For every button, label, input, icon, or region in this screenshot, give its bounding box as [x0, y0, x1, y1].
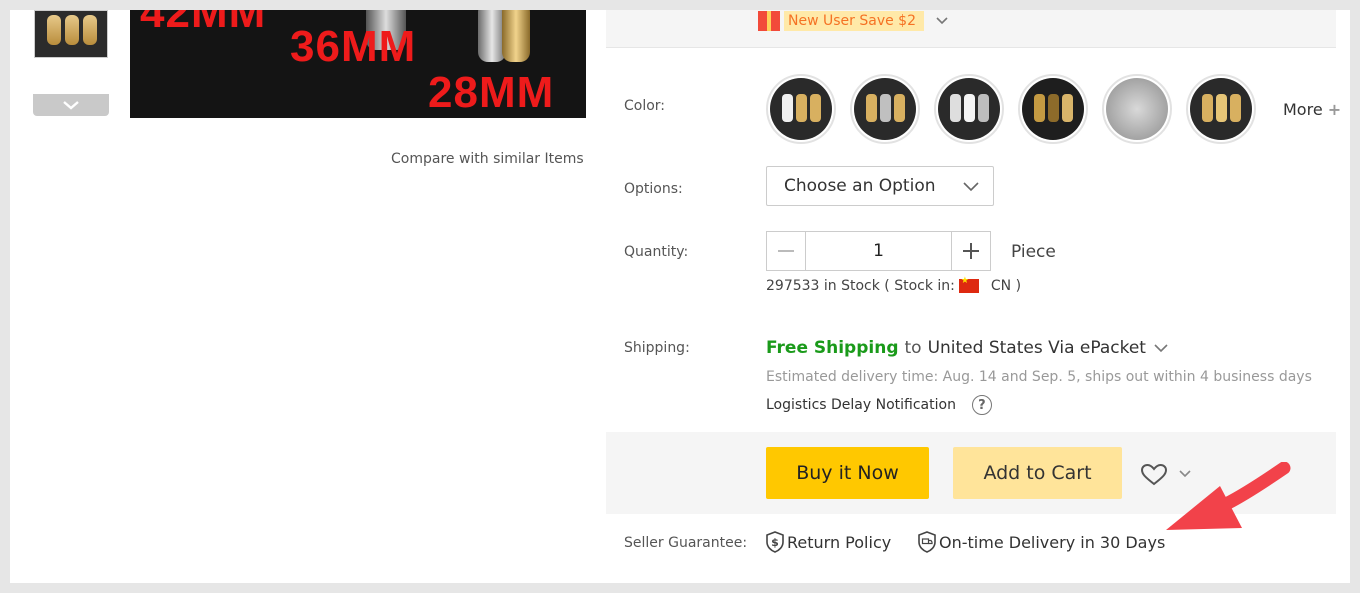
buy-now-button[interactable]: Buy it Now	[766, 447, 929, 499]
quantity-input[interactable]: 1	[805, 232, 952, 270]
annotation-arrow-icon	[1166, 462, 1291, 530]
gallery-scroll-down-button[interactable]	[33, 94, 109, 116]
compare-similar-link[interactable]: Compare with similar Items	[391, 151, 584, 167]
quantity-stepper: 1	[766, 231, 991, 271]
image-label-36mm: 36MM	[290, 22, 417, 71]
options-selected-value: Choose an Option	[784, 176, 936, 196]
logistics-delay-notice: Logistics Delay Notification ?	[766, 395, 992, 415]
chevron-down-icon	[963, 182, 979, 192]
on-time-delivery-label: On-time Delivery in 30 Days	[939, 532, 1166, 552]
svg-text:$: $	[771, 536, 779, 549]
quantity-label: Quantity:	[624, 244, 689, 260]
image-label-28mm: 28MM	[428, 68, 555, 117]
chevron-down-icon[interactable]	[936, 14, 948, 28]
shipping-label: Shipping:	[624, 340, 690, 356]
add-to-cart-button[interactable]: Add to Cart	[953, 447, 1122, 499]
product-page: 42MM 36MM 28MM Compare with similar Item…	[10, 10, 1350, 583]
more-colors-button[interactable]: More +	[1283, 100, 1341, 119]
color-swatch[interactable]	[1018, 74, 1088, 144]
chevron-down-icon	[63, 101, 79, 110]
gallery-thumbnail[interactable]	[34, 10, 108, 58]
decrease-quantity-button[interactable]	[767, 232, 805, 270]
increase-quantity-button[interactable]	[952, 232, 990, 270]
color-swatch[interactable]	[850, 74, 920, 144]
main-product-image[interactable]: 42MM 36MM 28MM	[130, 10, 586, 118]
heart-icon[interactable]	[1141, 464, 1167, 486]
stock-country: CN )	[990, 278, 1022, 294]
color-swatch[interactable]	[934, 74, 1004, 144]
color-swatch[interactable]	[766, 74, 836, 144]
return-policy-link[interactable]: $ Return Policy	[766, 531, 891, 553]
china-flag-icon	[958, 276, 979, 293]
seller-guarantee-label: Seller Guarantee:	[624, 535, 748, 551]
image-label-42mm: 42MM	[140, 10, 267, 37]
shield-dollar-icon: $	[766, 531, 784, 553]
shipping-selector[interactable]: Free Shipping to United States Via ePack…	[766, 338, 1168, 358]
logistics-delay-label: Logistics Delay Notification	[766, 397, 956, 413]
options-label: Options:	[624, 181, 683, 197]
color-label: Color:	[624, 98, 666, 114]
more-label: More	[1283, 100, 1323, 119]
promo-label: New User Save $2	[784, 11, 924, 31]
on-time-delivery-link[interactable]: On-time Delivery in 30 Days	[918, 531, 1165, 553]
minus-icon	[778, 250, 794, 252]
stock-info: 297533 in Stock ( Stock in: CN )	[766, 276, 1022, 294]
plus-icon: +	[1327, 100, 1342, 119]
color-swatch[interactable]	[1186, 74, 1256, 144]
gift-icon	[758, 11, 780, 31]
color-swatches	[766, 74, 1256, 144]
free-shipping-text: Free Shipping	[766, 338, 899, 358]
return-policy-label: Return Policy	[787, 532, 892, 552]
quantity-unit: Piece	[1011, 242, 1056, 262]
stock-count: 297533 in Stock ( Stock in:	[766, 278, 955, 294]
color-swatch[interactable]	[1102, 74, 1172, 144]
chevron-down-icon	[1154, 344, 1168, 353]
delivery-estimate: Estimated delivery time: Aug. 14 and Sep…	[766, 369, 1312, 385]
options-select[interactable]: Choose an Option	[766, 166, 994, 206]
help-icon[interactable]: ?	[971, 395, 992, 415]
promo-bar: New User Save $2	[606, 10, 1336, 48]
shield-truck-icon	[918, 531, 936, 553]
shipping-to-text: to	[904, 338, 922, 358]
plus-icon	[963, 243, 979, 259]
shipping-destination: United States Via ePacket	[927, 338, 1146, 358]
new-user-coupon[interactable]: New User Save $2	[758, 10, 948, 32]
